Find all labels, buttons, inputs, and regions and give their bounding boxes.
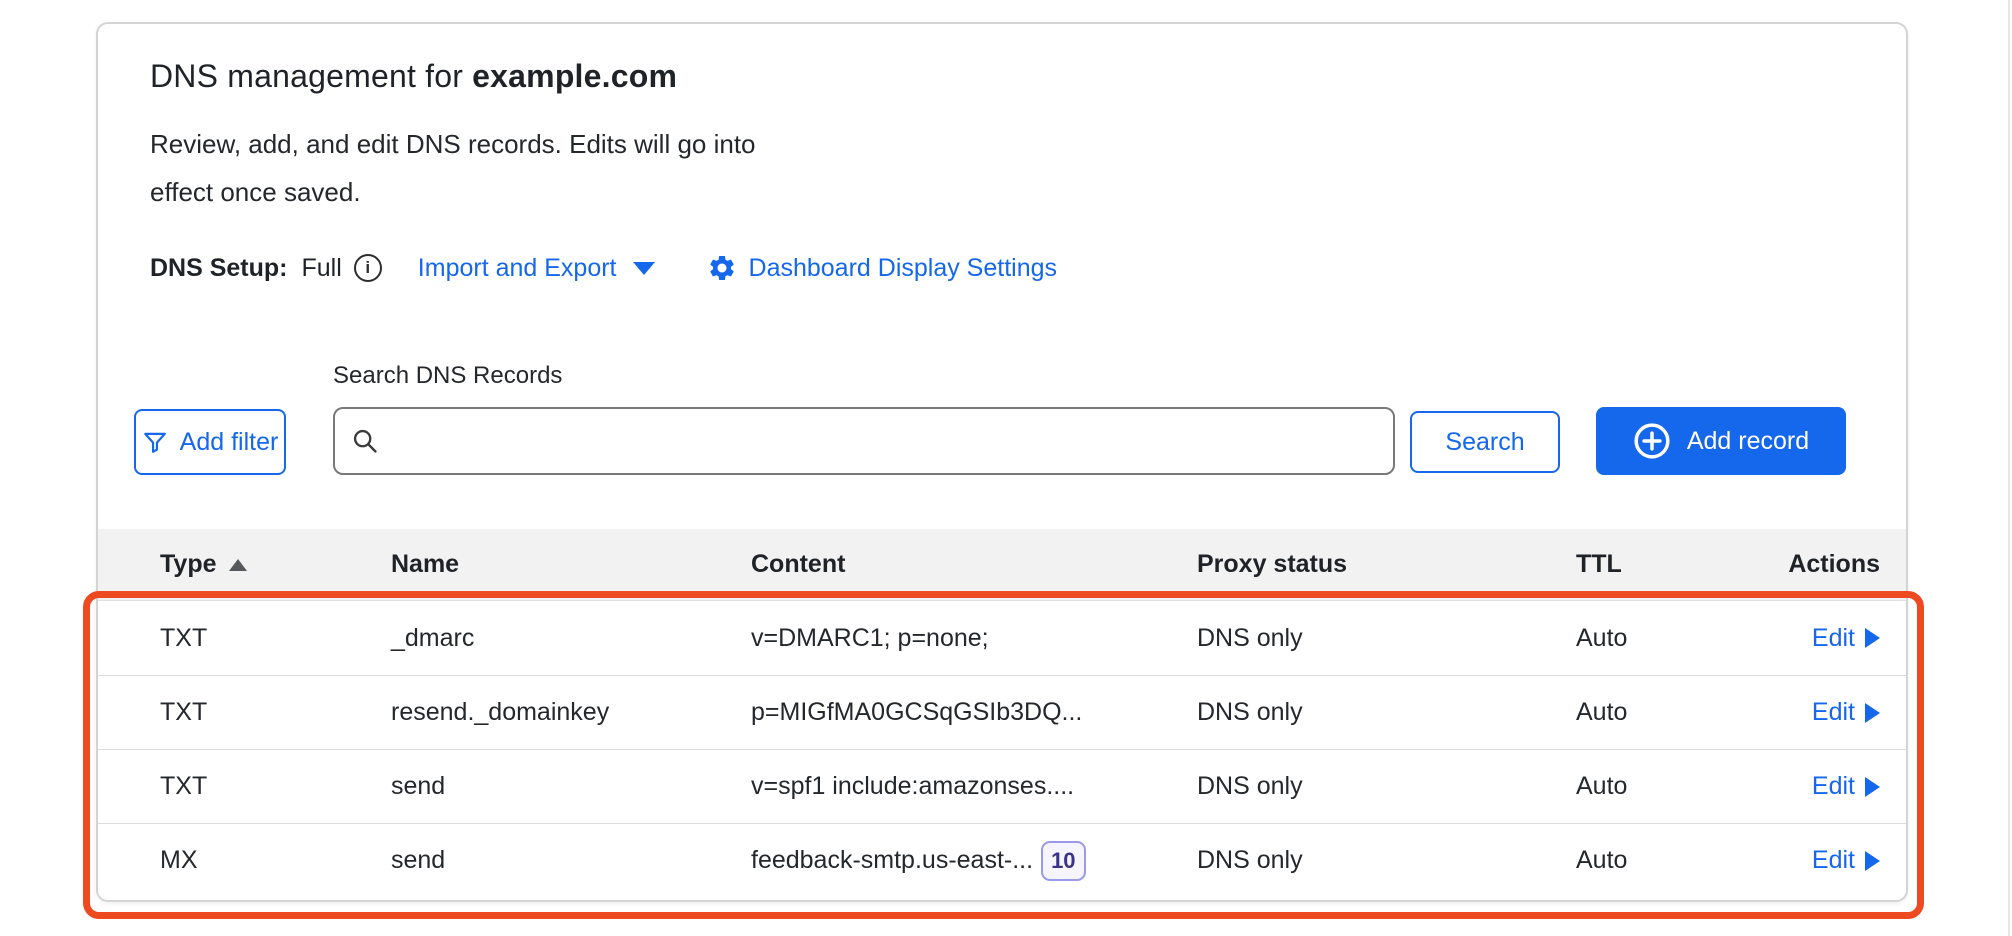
page-title: DNS management for example.com: [150, 58, 677, 95]
edit-label: Edit: [1812, 624, 1855, 653]
add-record-label: Add record: [1687, 427, 1809, 456]
dns-management-card: DNS management for example.com Review, a…: [96, 22, 1908, 902]
search-button-label: Search: [1445, 428, 1524, 457]
edit-label: Edit: [1812, 698, 1855, 727]
chevron-right-icon: [1865, 628, 1880, 648]
page-subtitle: Review, add, and edit DNS records. Edits…: [150, 120, 780, 216]
info-circle-icon[interactable]: i: [354, 254, 382, 282]
table-row: MX send feedback-smtp.us-east-... 10 DNS…: [98, 823, 1906, 897]
cell-ttl: Auto: [1576, 624, 1763, 653]
column-header-type-label: Type: [160, 550, 217, 579]
cell-name: resend._domainkey: [391, 698, 751, 727]
table-header-row: Type Name Content Proxy status TTL Actio…: [98, 529, 1906, 601]
edit-record-link[interactable]: Edit: [1812, 772, 1880, 801]
cell-ttl: Auto: [1576, 772, 1763, 801]
dns-setup-row: DNS Setup: Full i Import and Export Dash…: [150, 248, 1057, 288]
add-record-button[interactable]: Add record: [1596, 407, 1846, 475]
search-button[interactable]: Search: [1410, 411, 1560, 473]
column-header-content: Content: [751, 550, 1197, 579]
edit-label: Edit: [1812, 772, 1855, 801]
chevron-right-icon: [1865, 851, 1880, 871]
edit-record-link[interactable]: Edit: [1812, 846, 1880, 875]
cell-type: MX: [160, 846, 391, 875]
cell-type: TXT: [160, 624, 391, 653]
dashboard-display-settings-label: Dashboard Display Settings: [749, 254, 1058, 283]
cell-actions: Edit: [1812, 846, 1880, 875]
cell-actions: Edit: [1812, 698, 1880, 727]
magnifier-icon: [351, 427, 379, 455]
edit-record-link[interactable]: Edit: [1812, 624, 1880, 653]
page-edge-divider: [2008, 0, 2010, 936]
table-row: TXT resend._domainkey p=MIGfMA0GCSqGSIb3…: [98, 675, 1906, 749]
funnel-icon: [142, 429, 168, 455]
edit-record-link[interactable]: Edit: [1812, 698, 1880, 727]
add-filter-button[interactable]: Add filter: [134, 409, 286, 475]
cell-content: v=spf1 include:amazonses....: [751, 772, 1197, 801]
search-input-container: [333, 407, 1395, 475]
dashboard-display-settings-link[interactable]: Dashboard Display Settings: [707, 253, 1058, 283]
cell-actions: Edit: [1812, 772, 1880, 801]
record-content-text: feedback-smtp.us-east-...: [751, 846, 1033, 875]
cell-content: p=MIGfMA0GCSqGSIb3DQ...: [751, 698, 1197, 727]
edit-label: Edit: [1812, 846, 1855, 875]
cell-type: TXT: [160, 698, 391, 727]
sort-ascending-icon: [229, 559, 247, 571]
column-header-proxy-status: Proxy status: [1197, 550, 1576, 579]
add-filter-label: Add filter: [180, 428, 279, 457]
import-export-label: Import and Export: [418, 254, 617, 283]
cell-name: send: [391, 846, 751, 875]
cell-type: TXT: [160, 772, 391, 801]
cell-proxy-status: DNS only: [1197, 698, 1576, 727]
cell-ttl: Auto: [1576, 698, 1763, 727]
cell-proxy-status: DNS only: [1197, 772, 1576, 801]
cell-content: v=DMARC1; p=none;: [751, 624, 1197, 653]
table-row: TXT _dmarc v=DMARC1; p=none; DNS only Au…: [98, 601, 1906, 675]
priority-badge: 10: [1041, 841, 1085, 881]
record-content-text: v=spf1 include:amazonses....: [751, 772, 1074, 801]
chevron-right-icon: [1865, 703, 1880, 723]
cell-proxy-status: DNS only: [1197, 846, 1576, 875]
dns-setup-label: DNS Setup:: [150, 254, 288, 283]
column-header-actions: Actions: [1788, 550, 1880, 579]
chevron-right-icon: [1865, 777, 1880, 797]
column-header-ttl: TTL: [1576, 550, 1763, 579]
cell-actions: Edit: [1812, 624, 1880, 653]
cell-content: feedback-smtp.us-east-... 10: [751, 841, 1197, 881]
column-header-name: Name: [391, 550, 751, 579]
import-export-link[interactable]: Import and Export: [418, 254, 655, 283]
cell-name: send: [391, 772, 751, 801]
plus-circle-icon: [1633, 422, 1671, 460]
caret-down-icon: [633, 262, 655, 275]
gear-icon: [707, 253, 737, 283]
column-header-type[interactable]: Type: [160, 550, 391, 579]
page-title-prefix: DNS management for: [150, 58, 472, 94]
cell-proxy-status: DNS only: [1197, 624, 1576, 653]
search-input[interactable]: [393, 427, 1377, 456]
record-content-text: v=DMARC1; p=none;: [751, 624, 989, 653]
dns-setup-value: Full: [302, 254, 342, 283]
record-content-text: p=MIGfMA0GCSqGSIb3DQ...: [751, 698, 1082, 727]
search-records-label: Search DNS Records: [333, 362, 562, 390]
cell-name: _dmarc: [391, 624, 751, 653]
dns-records-table: Type Name Content Proxy status TTL Actio…: [98, 529, 1906, 897]
cell-ttl: Auto: [1576, 846, 1763, 875]
page-title-domain: example.com: [472, 58, 677, 94]
table-row: TXT send v=spf1 include:amazonses.... DN…: [98, 749, 1906, 823]
